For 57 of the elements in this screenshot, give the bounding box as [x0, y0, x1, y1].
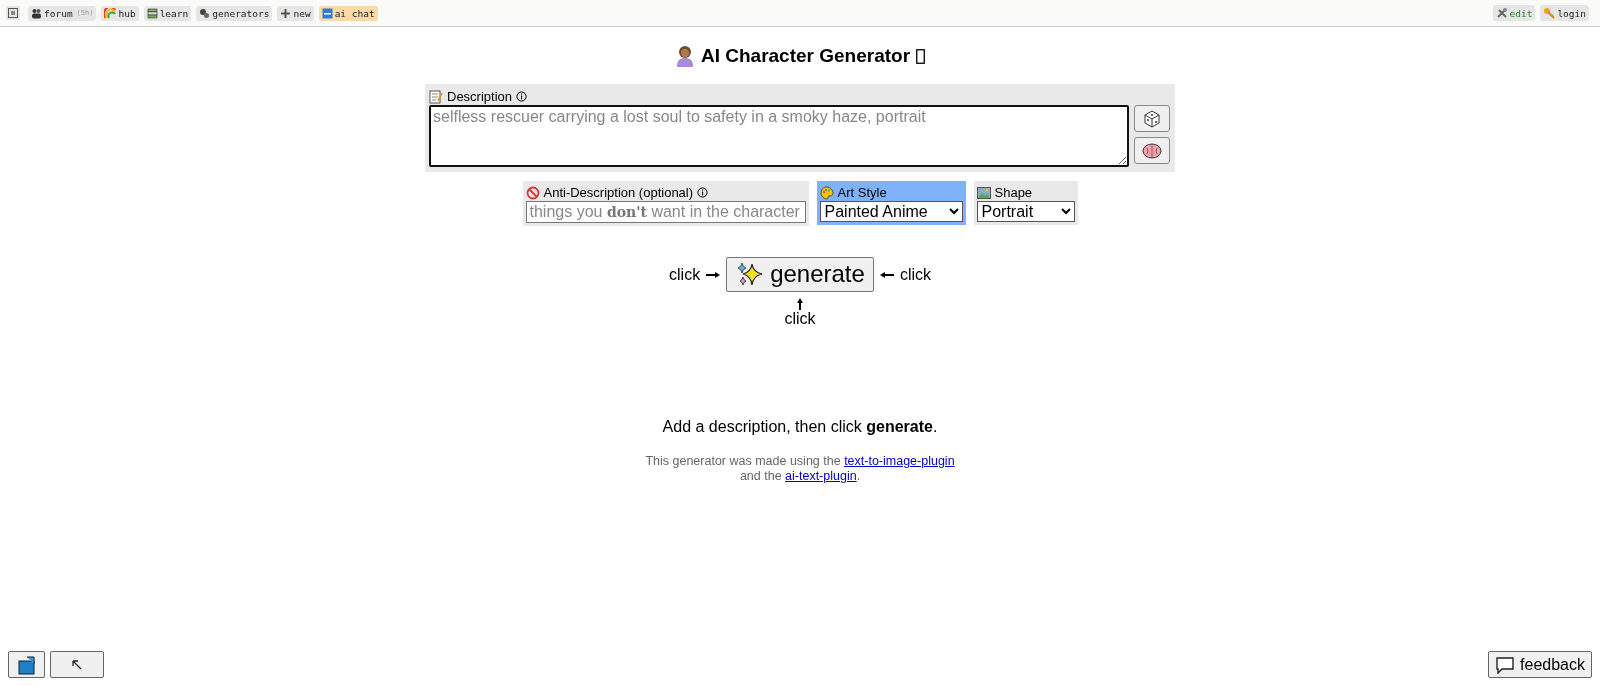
click-hint: click — [669, 265, 701, 284]
person-icon — [674, 45, 695, 67]
nav-link[interactable]: hub — [101, 5, 139, 21]
feedback-button[interactable]: feedback — [1488, 651, 1592, 678]
nav-link[interactable]: ai chat — [318, 5, 378, 21]
nav-link[interactable]: new — [277, 5, 314, 21]
memo-icon — [429, 89, 443, 104]
prohibited-icon — [525, 185, 540, 200]
field-label: Description — [447, 89, 513, 104]
folder-icon — [16, 654, 37, 675]
credits-text: . — [856, 469, 861, 483]
people-icon — [31, 7, 42, 19]
nav-link[interactable]: login — [1540, 5, 1589, 21]
expand-button[interactable] — [50, 651, 104, 678]
landscape-icon — [976, 186, 991, 199]
sparkles-icon — [736, 261, 765, 287]
key-icon — [1543, 7, 1556, 19]
description-field[interactable]: selfless rescuer carrying a lost soul to safety in a smoky haze, portrait — [429, 105, 1129, 167]
editor-button[interactable] — [8, 651, 45, 678]
click-hint: click — [784, 310, 816, 328]
field-label: Art Style — [837, 185, 887, 200]
input-field[interactable]: things you don't want in the character — [525, 201, 806, 223]
brain-button[interactable] — [1134, 137, 1170, 164]
generate-button[interactable]: generate — [726, 257, 874, 292]
field-label: Anti-Description (optional) — [543, 185, 694, 200]
info-icon[interactable] — [697, 187, 709, 198]
plus-icon — [280, 7, 292, 19]
instruction-text: Add a description, then click generate. — [662, 418, 938, 436]
plugin-link[interactable]: ai-text-plugin — [785, 469, 857, 483]
credits-text: This generator was made using the — [645, 454, 842, 468]
nav-link[interactable]: generators — [196, 5, 273, 21]
tools-icon — [1495, 7, 1508, 19]
click-hint: click — [899, 265, 931, 284]
missing-glyph-icon — [916, 48, 926, 64]
field-label: Shape — [994, 185, 1033, 200]
page-title: AI Character Generator — [700, 45, 911, 67]
frame-icon[interactable] — [6, 6, 20, 20]
dice-icon — [1143, 109, 1161, 128]
chat-window-icon — [321, 7, 333, 19]
right-arrow-icon — [706, 271, 721, 278]
info-icon[interactable] — [516, 91, 528, 102]
dropdown[interactable]: Painted Anime — [819, 201, 963, 222]
rainbow-icon — [104, 7, 117, 19]
credits-text: and the — [739, 469, 783, 483]
dice-button[interactable] — [1134, 105, 1170, 132]
left-arrow-icon — [879, 271, 894, 278]
brain-icon — [1142, 142, 1162, 159]
books-icon — [146, 7, 158, 19]
nav-link[interactable]: edit — [1492, 5, 1536, 21]
nav-link[interactable]: learn — [143, 5, 192, 21]
dropdown[interactable]: Portrait — [976, 201, 1075, 222]
gears-icon — [199, 7, 211, 19]
plugin-link[interactable]: text-to-image-plugin — [844, 454, 955, 468]
arrow-icon — [72, 659, 82, 670]
up-arrow-icon — [797, 298, 803, 310]
speech-bubble-icon — [1495, 655, 1516, 674]
palette-icon — [819, 185, 834, 200]
